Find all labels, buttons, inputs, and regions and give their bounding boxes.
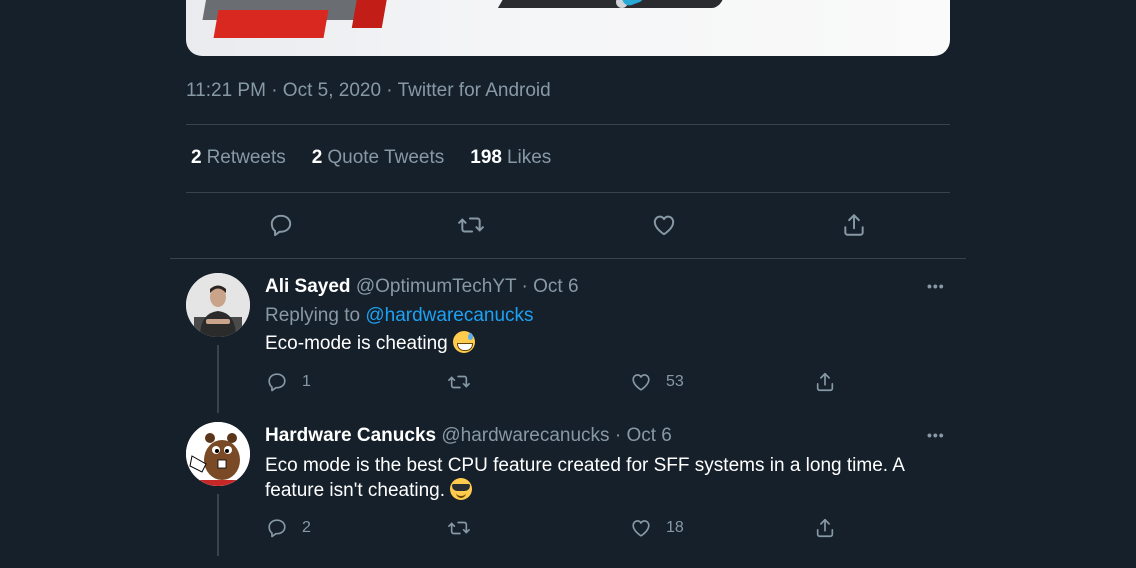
- avatar[interactable]: [186, 422, 250, 486]
- reply-text: Eco-mode is cheating: [265, 331, 945, 356]
- retweet-icon: [448, 375, 470, 389]
- retweet-button[interactable]: [448, 371, 470, 393]
- heart-icon: [632, 374, 650, 391]
- share-button[interactable]: [814, 371, 836, 393]
- retweet-button[interactable]: [448, 517, 470, 539]
- likes-stat[interactable]: 198 Likes: [470, 147, 551, 169]
- person-avatar-image: [186, 273, 250, 337]
- like-count: 53: [666, 373, 684, 390]
- like-button[interactable]: 53: [630, 371, 684, 393]
- reply-author[interactable]: Ali Sayed @OptimumTechYT · Oct 6: [265, 276, 579, 298]
- like-button[interactable]: 18: [630, 517, 684, 539]
- heart-icon: [653, 215, 675, 236]
- more-options-button[interactable]: •••: [927, 278, 945, 294]
- divider: [170, 258, 966, 259]
- reply-button[interactable]: 1: [266, 371, 311, 393]
- mention-link[interactable]: @hardwarecanucks: [365, 305, 533, 326]
- avatar[interactable]: [186, 273, 250, 337]
- reply-icon: [268, 519, 286, 538]
- reply-action-bar: 1 53: [0, 371, 1136, 397]
- divider: [186, 124, 950, 125]
- sweat-smile-emoji-icon: [453, 331, 475, 353]
- sunglasses-emoji-icon: [450, 478, 473, 500]
- share-icon: [816, 518, 834, 538]
- tweet-timestamp[interactable]: 11:21 PM · Oct 5, 2020 · Twitter for And…: [186, 80, 551, 102]
- retweet-button[interactable]: [457, 211, 485, 239]
- share-icon: [844, 214, 864, 236]
- more-options-button[interactable]: •••: [927, 427, 945, 443]
- product-box-red: [213, 10, 329, 38]
- reply-text: Eco mode is the best CPU feature created…: [265, 455, 905, 501]
- reply-icon: [268, 373, 286, 392]
- divider: [186, 192, 950, 193]
- replying-to: Replying to @hardwarecanucks: [265, 305, 534, 326]
- reply-count: 2: [302, 519, 311, 536]
- reply-count: 1: [302, 373, 311, 390]
- tweet-action-bar: [0, 211, 1136, 241]
- like-count: 18: [666, 519, 684, 536]
- share-icon: [816, 372, 834, 392]
- reply-action-bar: 2 18: [0, 517, 1136, 543]
- product-box-red-edge: [351, 0, 391, 28]
- share-button[interactable]: [840, 211, 868, 239]
- quote-tweets-stat[interactable]: 2 Quote Tweets: [312, 147, 444, 169]
- like-button[interactable]: [650, 211, 678, 239]
- share-button[interactable]: [814, 517, 836, 539]
- reply-button[interactable]: 2: [266, 517, 311, 539]
- reply-author[interactable]: Hardware Canucks @hardwarecanucks · Oct …: [265, 425, 672, 447]
- tweet-media-image[interactable]: [186, 0, 950, 56]
- retweet-icon: [448, 521, 470, 535]
- tweet-stats: 2 Retweets 2 Quote Tweets 198 Likes: [191, 147, 551, 169]
- retweet-icon: [458, 217, 484, 233]
- beaver-avatar-image: [186, 422, 250, 486]
- retweets-stat[interactable]: 2 Retweets: [191, 147, 286, 169]
- reply-icon: [270, 214, 292, 237]
- heart-icon: [632, 520, 650, 537]
- reply-button[interactable]: [267, 211, 295, 239]
